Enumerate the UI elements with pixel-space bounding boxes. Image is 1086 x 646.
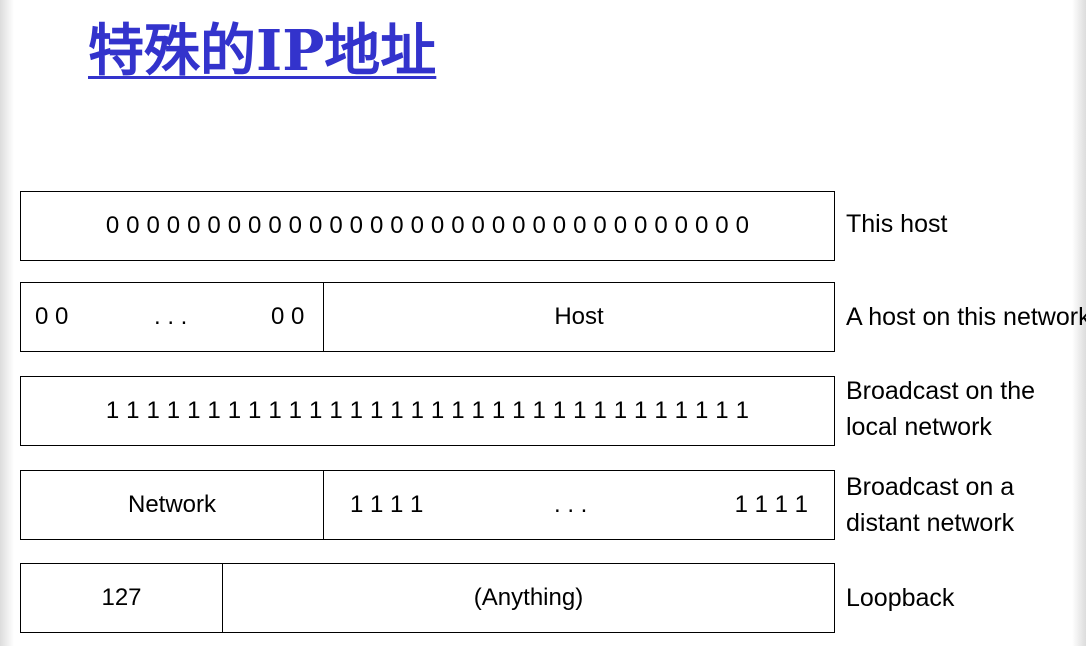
address-row-distant-broadcast: Network 1 1 1 1 . . . 1 1 1 1 <box>20 470 835 540</box>
description-host-on-network: A host on this network <box>846 299 1086 335</box>
network-field: Network <box>127 491 217 518</box>
all-zeros-bits: 0 0 0 0 0 0 0 0 0 0 0 0 0 0 0 0 0 0 0 0 … <box>105 212 750 239</box>
host-ones-field: 1 1 1 1 . . . 1 1 1 1 <box>323 471 834 539</box>
description-distant-broadcast: Broadcast on a distant network <box>846 469 1014 541</box>
description-line: distant network <box>846 509 1015 537</box>
slide-title: 特殊的IP地址 <box>88 18 437 84</box>
description-line: Broadcast on the <box>846 377 1036 405</box>
left-edge-shadow <box>0 0 14 646</box>
address-row-this-host: 0 0 0 0 0 0 0 0 0 0 0 0 0 0 0 0 0 0 0 0 … <box>20 191 835 261</box>
description-line: Broadcast on a <box>846 473 1015 501</box>
zero-bits-start: 0 0 <box>35 303 69 330</box>
description-line: This host <box>846 210 948 238</box>
anything-field: (Anything) <box>222 564 834 632</box>
address-row-host-on-network: 0 0 . . . 0 0 Host <box>20 282 835 352</box>
address-row-local-broadcast: 1 1 1 1 1 1 1 1 1 1 1 1 1 1 1 1 1 1 1 1 … <box>20 376 835 446</box>
ellipsis: . . . <box>554 491 588 518</box>
description-this-host: This host <box>846 206 947 242</box>
description-line: A host on this network <box>846 303 1086 331</box>
address-row-loopback: 127 (Anything) <box>20 563 835 633</box>
loopback-prefix-field: 127 <box>101 584 142 611</box>
network-zero-field: 0 0 . . . 0 0 <box>21 283 323 351</box>
description-local-broadcast: Broadcast on the local network <box>846 373 1035 445</box>
zero-bits-end: 0 0 <box>271 303 305 330</box>
host-field: Host <box>323 283 834 351</box>
description-loopback: Loopback <box>846 580 954 616</box>
ones-bits-start: 1 1 1 1 <box>350 491 424 518</box>
description-line: Loopback <box>846 584 955 612</box>
description-line: local network <box>846 413 992 441</box>
ellipsis: . . . <box>154 303 188 330</box>
all-ones-bits: 1 1 1 1 1 1 1 1 1 1 1 1 1 1 1 1 1 1 1 1 … <box>105 397 750 424</box>
ones-bits-end: 1 1 1 1 <box>734 491 808 518</box>
